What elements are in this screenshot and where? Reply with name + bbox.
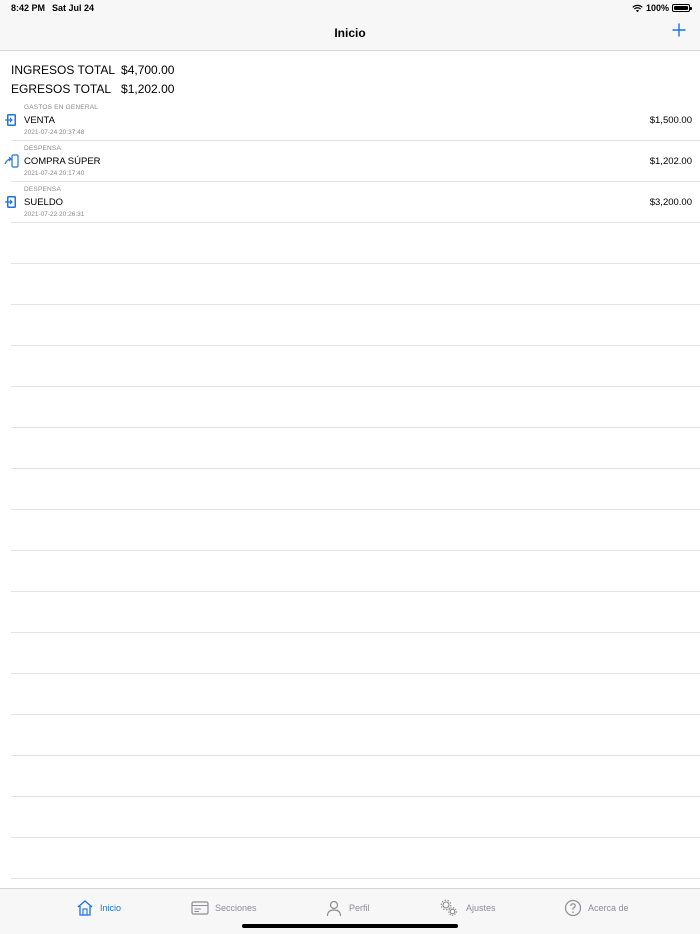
income-icon bbox=[5, 114, 16, 126]
totals-summary: INGRESOS TOTAL $4,700.00 EGRESOS TOTAL $… bbox=[11, 60, 174, 99]
tab-label: Inicio bbox=[100, 903, 122, 913]
gears-icon bbox=[440, 899, 457, 916]
transaction-amount: $1,500.00 bbox=[649, 115, 692, 126]
tab-label: Ajustes bbox=[466, 903, 496, 913]
transaction-timestamp: 2021-07-22 20:26:31 bbox=[24, 211, 85, 218]
empty-row bbox=[11, 510, 700, 551]
card-icon bbox=[191, 901, 209, 915]
tab-secciones[interactable]: Secciones bbox=[191, 899, 257, 917]
navigation-bar: Inicio bbox=[0, 17, 700, 51]
income-icon bbox=[5, 196, 16, 208]
add-button[interactable] bbox=[672, 23, 686, 37]
transaction-name: SUELDO bbox=[24, 197, 64, 208]
income-total-row: INGRESOS TOTAL $4,700.00 bbox=[11, 60, 174, 80]
tab-inicio[interactable]: Inicio bbox=[76, 899, 121, 917]
transaction-section: DESPENSA bbox=[24, 186, 62, 193]
tab-acerca-de[interactable]: Acerca de bbox=[564, 899, 629, 917]
transaction-list: GASTOS EN GENERAL VENTA 2021-07-24 20:37… bbox=[0, 100, 700, 879]
expense-total-row: EGRESOS TOTAL $1,202.00 bbox=[11, 80, 174, 100]
transaction-section: DESPENSA bbox=[24, 145, 62, 152]
empty-row bbox=[11, 264, 700, 305]
wifi-icon bbox=[632, 4, 643, 12]
transaction-row[interactable]: GASTOS EN GENERAL VENTA 2021-07-24 20:37… bbox=[5, 100, 700, 141]
empty-list-area bbox=[0, 223, 700, 879]
tab-label: Acerca de bbox=[588, 903, 629, 913]
empty-row bbox=[11, 387, 700, 428]
transaction-name: COMPRA SÚPER bbox=[24, 156, 101, 167]
transaction-amount: $1,202.00 bbox=[649, 156, 692, 167]
empty-row bbox=[11, 674, 700, 715]
empty-row bbox=[11, 592, 700, 633]
transaction-name: VENTA bbox=[24, 115, 55, 126]
transaction-row[interactable]: DESPENSA SUELDO 2021-07-22 20:26:31 $3,2… bbox=[5, 182, 700, 223]
status-date: Sat Jul 24 bbox=[52, 3, 95, 13]
home-indicator[interactable] bbox=[242, 924, 458, 928]
transaction-section: GASTOS EN GENERAL bbox=[24, 104, 99, 111]
empty-row bbox=[11, 428, 700, 469]
empty-row bbox=[11, 223, 700, 264]
status-right: 100% bbox=[632, 3, 692, 13]
transaction-amount: $3,200.00 bbox=[649, 197, 692, 208]
house-icon bbox=[77, 900, 93, 916]
battery-icon bbox=[672, 4, 692, 12]
expense-icon bbox=[4, 154, 19, 168]
empty-row bbox=[11, 715, 700, 756]
empty-row bbox=[11, 305, 700, 346]
empty-row bbox=[11, 797, 700, 838]
tab-label: Perfil bbox=[349, 903, 370, 913]
status-time: 8:42 PM bbox=[11, 3, 46, 13]
empty-row bbox=[11, 838, 700, 879]
transaction-timestamp: 2021-07-24 20:17:40 bbox=[24, 170, 85, 177]
tab-label: Secciones bbox=[215, 903, 257, 913]
expense-total-value: $1,202.00 bbox=[121, 82, 175, 97]
transaction-row[interactable]: DESPENSA COMPRA SÚPER 2021-07-24 20:17:4… bbox=[4, 141, 700, 182]
income-total-label: INGRESOS TOTAL bbox=[11, 62, 116, 77]
battery-percent: 100% bbox=[645, 3, 669, 13]
expense-total-label: EGRESOS TOTAL bbox=[11, 82, 112, 97]
page-title: Inicio bbox=[334, 26, 366, 40]
transaction-timestamp: 2021-07-24 20:37:48 bbox=[24, 129, 85, 136]
empty-row bbox=[11, 469, 700, 510]
tab-perfil[interactable]: Perfil bbox=[325, 899, 370, 917]
tab-ajustes[interactable]: Ajustes bbox=[438, 899, 496, 917]
empty-row bbox=[11, 551, 700, 592]
empty-row bbox=[11, 633, 700, 674]
empty-row bbox=[11, 756, 700, 797]
income-total-value: $4,700.00 bbox=[121, 62, 175, 77]
question-icon bbox=[564, 899, 582, 917]
empty-row bbox=[11, 346, 700, 387]
status-bar: 8:42 PM Sat Jul 24 100% bbox=[0, 0, 700, 17]
tab-bar: Inicio Secciones Perfil Ajustes Acerca d… bbox=[0, 888, 700, 934]
person-icon bbox=[326, 900, 342, 917]
